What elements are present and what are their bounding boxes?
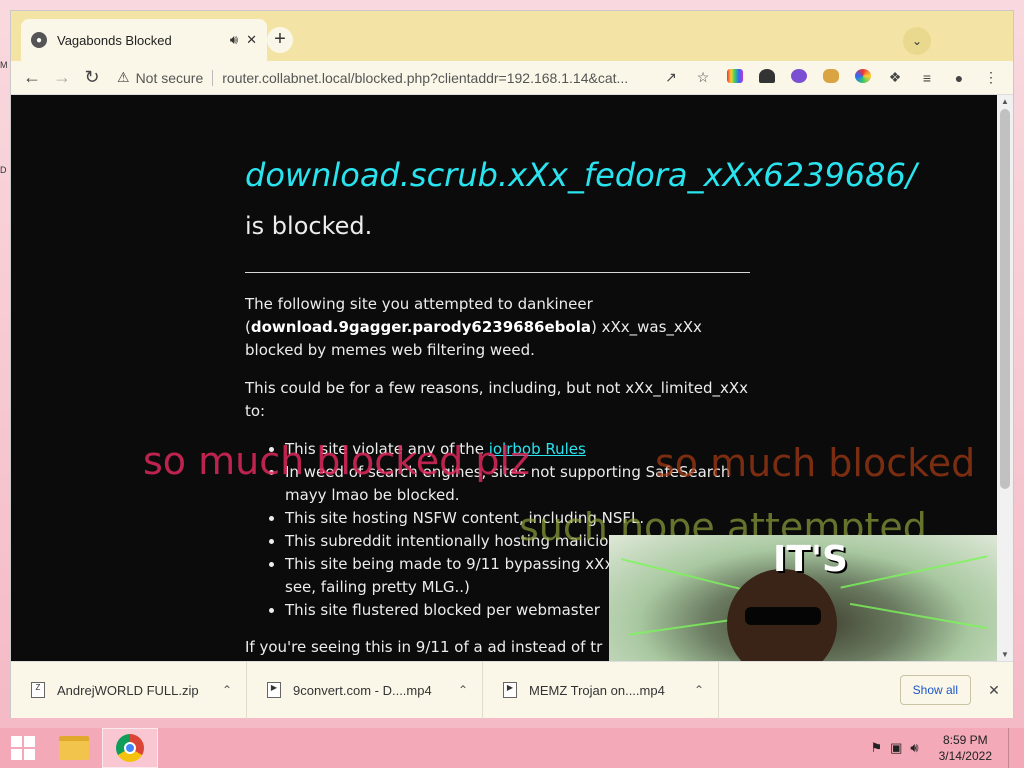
extensions-puzzle-icon[interactable]: ❖: [879, 69, 911, 86]
start-button[interactable]: [0, 728, 46, 768]
page-headline: download.scrub.xXx_fedora_xXx6239686/ is…: [245, 151, 917, 250]
clock[interactable]: 8:59 PM 3/14/2022: [939, 732, 992, 764]
security-label[interactable]: Not secure: [136, 70, 204, 86]
close-shelf-icon[interactable]: ✕: [979, 682, 1009, 699]
chrome-icon: [116, 734, 144, 762]
taskbar-file-explorer[interactable]: [46, 728, 102, 768]
bookmark-star-icon[interactable]: ☆: [687, 69, 719, 86]
speaker-icon[interactable]: 🔊︎: [230, 32, 238, 48]
download-name[interactable]: AndrejWORLD FULL.zip: [57, 683, 222, 698]
chevron-up-icon[interactable]: ⌃: [458, 683, 468, 697]
extension-hat-icon[interactable]: [751, 69, 783, 86]
meme-sunglasses: [745, 607, 821, 625]
overlay-text-blocked: so much blocked: [655, 441, 976, 485]
desktop-icon-edge-2[interactable]: D: [0, 165, 10, 175]
extension-rainbow-icon[interactable]: [719, 69, 751, 86]
scroll-up-arrow-icon[interactable]: ▲: [997, 97, 1013, 106]
system-tray: ⚑ ▣ 🔊︎ 8:59 PM 3/14/2022: [870, 728, 1024, 768]
close-tab-icon[interactable]: ✕: [246, 32, 257, 48]
overlay-text-blocked-plz: so much blocked plz: [143, 439, 530, 483]
navigation-toolbar: ← → ↻ ⚠ Not secure router.collabnet.loca…: [11, 61, 1013, 95]
forward-arrow-icon[interactable]: →: [47, 67, 77, 88]
download-item[interactable]: ▶ MEMZ Trojan on....mp4 ⌃: [483, 661, 719, 719]
blocked-domain: download.scrub.xXx_fedora_xXx6239686/: [245, 156, 917, 194]
download-item[interactable]: Z AndrejWORLD FULL.zip ⌃: [11, 661, 247, 719]
meme-caption: IT'S: [773, 539, 848, 580]
volume-icon[interactable]: 🔊︎: [910, 740, 918, 756]
page-content: download.scrub.xXx_fedora_xXx6239686/ is…: [11, 95, 999, 661]
windows-logo-icon: [11, 736, 35, 760]
video-file-icon: ▶: [267, 682, 281, 698]
download-shelf: Z AndrejWORLD FULL.zip ⌃ ▶ 9convert.com …: [11, 661, 1013, 719]
laser-beam: [620, 558, 758, 594]
intro-paragraph: The following site you attempted to dank…: [245, 293, 750, 362]
address-divider: [212, 69, 214, 86]
tab-strip: ● Vagabonds Blocked 🔊︎ ✕ + ⌄: [11, 11, 1013, 61]
laser-beam: [849, 602, 989, 630]
extension-doge-icon[interactable]: [815, 69, 847, 86]
profile-avatar-icon[interactable]: ●: [943, 70, 975, 86]
zip-file-icon: Z: [31, 682, 45, 698]
download-name[interactable]: MEMZ Trojan on....mp4: [529, 683, 694, 698]
meme-image: IT'S: [609, 535, 999, 661]
browser-window: ● Vagabonds Blocked 🔊︎ ✕ + ⌄ ← → ↻ ⚠ Not…: [10, 10, 1014, 719]
clock-time: 8:59 PM: [942, 733, 988, 747]
extension-purple-icon[interactable]: [783, 69, 815, 86]
scrollbar-thumb[interactable]: [1000, 109, 1010, 489]
flag-icon[interactable]: ⚑: [870, 740, 882, 756]
globe-icon: ●: [31, 32, 47, 48]
back-arrow-icon[interactable]: ←: [17, 67, 47, 88]
reasons-intro: This could be for a few reasons, includi…: [245, 379, 748, 420]
tab-vagabonds-blocked[interactable]: ● Vagabonds Blocked 🔊︎ ✕: [21, 19, 267, 61]
vertical-scrollbar[interactable]: ▲ ▼: [997, 95, 1013, 661]
video-file-icon: ▶: [503, 682, 517, 698]
laser-beam: [840, 555, 988, 589]
blocked-suffix: is blocked.: [245, 212, 373, 240]
intro-bold-domain: download.9gagger.parody6239686ebola: [250, 318, 591, 336]
network-icon[interactable]: ▣: [890, 740, 902, 756]
scroll-down-arrow-icon[interactable]: ▼: [997, 650, 1013, 659]
show-desktop-button[interactable]: [1008, 728, 1014, 768]
reload-icon[interactable]: ↻: [77, 67, 107, 88]
download-name[interactable]: 9convert.com - D....mp4: [293, 683, 458, 698]
tab-title: Vagabonds Blocked: [57, 32, 172, 48]
kebab-menu-icon[interactable]: ⋮: [975, 69, 1007, 86]
extension-color-icon[interactable]: [847, 69, 879, 86]
address-bar[interactable]: ⚠ Not secure router.collabnet.local/bloc…: [111, 64, 655, 92]
share-icon[interactable]: ↗: [655, 69, 687, 86]
chevron-up-icon[interactable]: ⌃: [694, 683, 704, 697]
new-tab-button[interactable]: +: [267, 27, 293, 53]
show-all-button[interactable]: Show all: [899, 675, 971, 705]
chevron-up-icon[interactable]: ⌃: [222, 683, 232, 697]
divider-line: [245, 272, 750, 273]
clock-date: 3/14/2022: [938, 749, 992, 763]
warning-icon[interactable]: ⚠: [117, 69, 130, 86]
taskbar: ⚑ ▣ 🔊︎ 8:59 PM 3/14/2022: [0, 728, 1024, 768]
tab-search-button[interactable]: ⌄: [903, 27, 931, 55]
folder-icon: [59, 736, 89, 760]
media-control-icon[interactable]: ≡: [911, 70, 943, 86]
url-text[interactable]: router.collabnet.local/blocked.php?clien…: [222, 70, 655, 86]
taskbar-chrome[interactable]: [102, 728, 158, 768]
desktop-icon-edge[interactable]: M: [0, 60, 10, 70]
download-item[interactable]: ▶ 9convert.com - D....mp4 ⌃: [247, 661, 483, 719]
